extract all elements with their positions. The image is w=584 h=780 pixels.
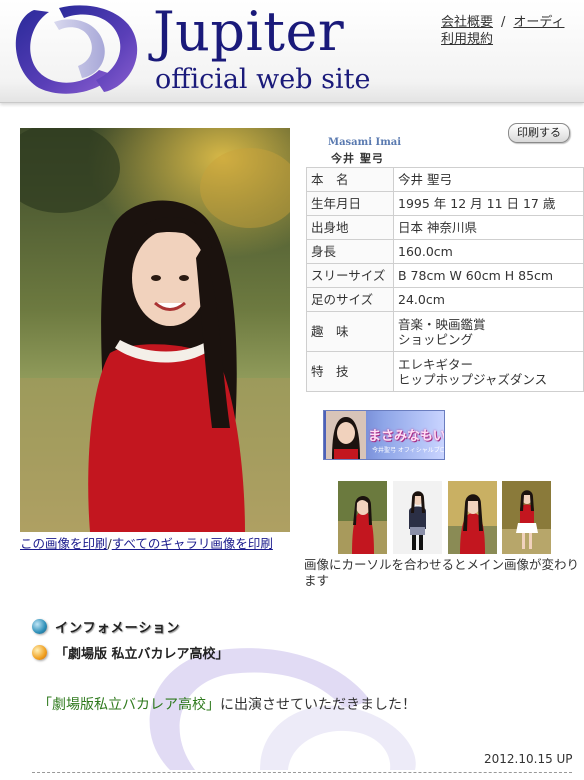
terms-link[interactable]: 利用規約: [441, 32, 493, 47]
profile-row-measurements: スリーサイズ B 78cm W 60cm H 85cm: [306, 263, 584, 288]
news-highlight[interactable]: 「劇場版私立バカレア高校」: [38, 697, 220, 713]
information-title: インフォメーション: [55, 620, 181, 636]
profile-label: 本 名: [306, 167, 394, 192]
info-item-movie[interactable]: 「劇場版 私立バカレア高校」: [32, 642, 229, 662]
thumbnail-image: [338, 481, 387, 554]
skill-1: エレキギター: [398, 356, 474, 372]
profile-label: 出身地: [306, 215, 394, 240]
photo-print-links: この画像を印刷/すべてのギャラリ画像を印刷: [20, 536, 273, 552]
profile-label: 身長: [306, 239, 394, 264]
blog-banner-title: まさみなもいふ: [368, 429, 445, 444]
profile-label: 特 技: [306, 351, 394, 392]
blog-banner-subtitle: 今井聖弓 オフィシャルブログ: [372, 447, 445, 454]
divider: [32, 772, 572, 773]
thumbnail-image: [393, 481, 442, 554]
hobby-1: 音楽・映画鑑賞: [398, 316, 486, 332]
logo-title[interactable]: Jupiter: [153, 2, 344, 62]
profile-label: 生年月日: [306, 191, 394, 216]
info-item-label: 「劇場版 私立バカレア高校」: [55, 646, 229, 662]
gallery-thumbnail[interactable]: [338, 481, 387, 554]
profile-value: 160.0cm: [393, 239, 584, 264]
name-kanji: 今井 聖弓: [331, 152, 384, 165]
profile-label: 足のサイズ: [306, 287, 394, 312]
site-header: Jupiter official web site 会社概要 / オーディ 利用規約: [0, 0, 584, 103]
gallery-thumbnail[interactable]: [448, 481, 497, 554]
profile-value: 音楽・映画鑑賞 ショッピング: [393, 311, 584, 352]
profile-value: 1995 年 12 月 11 日 17 歳: [393, 191, 584, 216]
information-heading[interactable]: インフォメーション: [32, 616, 180, 636]
orange-bullet-icon: [32, 644, 47, 660]
profile-label: 趣 味: [306, 311, 394, 352]
company-link[interactable]: 会社概要: [441, 15, 493, 30]
profile-row-hobby: 趣 味 音楽・映画鑑賞 ショッピング: [306, 311, 584, 352]
skill-2: ヒップホップジャズダンス: [398, 371, 548, 387]
jupiter-logo-icon[interactable]: [4, 0, 144, 100]
news-text: に出演させていただきました！: [220, 697, 416, 713]
print-button[interactable]: 印刷する: [508, 123, 570, 143]
top-nav-links: 会社概要 / オーディ 利用規約: [441, 14, 584, 48]
audition-link[interactable]: オーディ: [513, 15, 564, 30]
profile-row-birthday: 生年月日 1995 年 12 月 11 日 17 歳: [306, 191, 584, 216]
profile-value: エレキギター ヒップホップジャズダンス: [393, 351, 584, 392]
profile-label: スリーサイズ: [306, 263, 394, 288]
hobby-2: ショッピング: [398, 331, 474, 347]
portrait-image: [20, 128, 290, 532]
blog-portrait-image: [326, 411, 366, 459]
news-date: 2012.10.15 UP: [484, 752, 573, 766]
thumbnail-image: [502, 481, 551, 554]
profile-value: 日本 神奈川県: [393, 215, 584, 240]
link-separator: /: [501, 15, 506, 30]
thumbnails-caption: 画像にカーソルを合わせるとメイン画像が変わります: [304, 557, 580, 588]
blue-bullet-icon: [32, 618, 47, 634]
profile-row-height: 身長 160.0cm: [306, 239, 584, 264]
news-entry: 「劇場版私立バカレア高校」に出演させていただきました！: [38, 694, 416, 714]
logo-subtitle[interactable]: official web site: [155, 64, 370, 96]
profile-value: 24.0cm: [393, 287, 584, 312]
gallery-thumbnail[interactable]: [393, 481, 442, 554]
name-romaji: Masami Imai: [328, 137, 402, 148]
profile-row-skill: 特 技 エレキギター ヒップホップジャズダンス: [306, 351, 584, 392]
thumbnail-image: [448, 481, 497, 554]
blog-banner-link[interactable]: まさみなもいふ 今井聖弓 オフィシャルブログ: [323, 410, 445, 460]
gallery-thumbnail[interactable]: [502, 481, 551, 554]
profile-row-name: 本 名 今井 聖弓: [306, 167, 584, 192]
main-profile-photo[interactable]: [20, 128, 290, 532]
profile-row-birthplace: 出身地 日本 神奈川県: [306, 215, 584, 240]
profile-value: 今井 聖弓: [393, 167, 584, 192]
profile-value: B 78cm W 60cm H 85cm: [393, 263, 584, 288]
profile-row-shoe-size: 足のサイズ 24.0cm: [306, 287, 584, 312]
print-image-link[interactable]: この画像を印刷: [20, 536, 108, 551]
print-all-gallery-link[interactable]: すべてのギャラリ画像を印刷: [112, 536, 273, 551]
profile-table: 本 名 今井 聖弓 生年月日 1995 年 12 月 11 日 17 歳 出身地…: [306, 167, 584, 392]
